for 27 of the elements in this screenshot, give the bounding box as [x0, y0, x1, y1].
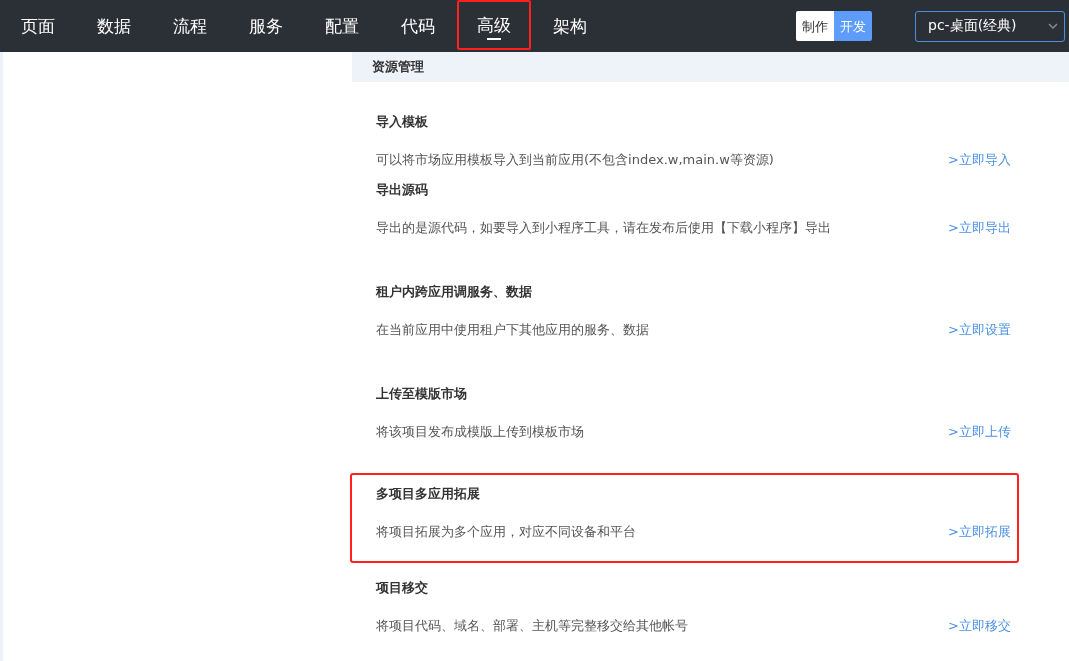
- mode-toggle-button[interactable]: 制作: [796, 11, 834, 41]
- nav-tab[interactable]: 架构: [532, 0, 608, 52]
- section-description: 将项目代码、域名、部署、主机等完整移交给其他帐号: [376, 617, 688, 635]
- nav-tab[interactable]: 服务: [228, 0, 304, 52]
- nav-tab[interactable]: 页面: [0, 0, 76, 52]
- nav-tab[interactable]: 数据: [76, 0, 152, 52]
- nav-tab[interactable]: 配置: [304, 0, 380, 52]
- chevron-down-icon: [1048, 23, 1058, 29]
- nav-tab[interactable]: 高级: [457, 0, 531, 50]
- action-link[interactable]: >立即导入: [948, 151, 1011, 169]
- nav-tab[interactable]: 代码: [380, 0, 456, 52]
- device-select[interactable]: pc-桌面(经典): [915, 10, 1065, 42]
- section-title: 项目移交: [376, 579, 429, 597]
- section-title: 导出源码: [376, 181, 429, 199]
- section-description: 导出的是源代码，如要导入到小程序工具，请在发布后使用【下载小程序】导出: [376, 219, 831, 237]
- action-link[interactable]: >立即拓展: [948, 523, 1011, 541]
- action-link[interactable]: >立即上传: [948, 423, 1011, 441]
- section-title: 租户内跨应用调服务、数据: [376, 283, 533, 301]
- section-description: 可以将市场应用模板导入到当前应用(不包含index.w,main.w等资源): [376, 151, 774, 169]
- section-description: 在当前应用中使用租户下其他应用的服务、数据: [376, 321, 649, 339]
- section-description: 将项目拓展为多个应用，对应不同设备和平台: [376, 523, 636, 541]
- panel-header: 资源管理: [352, 52, 1069, 82]
- section-title: 多项目多应用拓展: [376, 485, 481, 503]
- nav-tab[interactable]: 流程: [152, 0, 228, 52]
- section-title: 上传至模版市场: [376, 385, 468, 403]
- section-title: 导入模板: [376, 113, 429, 131]
- section-description: 将该项目发布成模版上传到模板市场: [376, 423, 584, 441]
